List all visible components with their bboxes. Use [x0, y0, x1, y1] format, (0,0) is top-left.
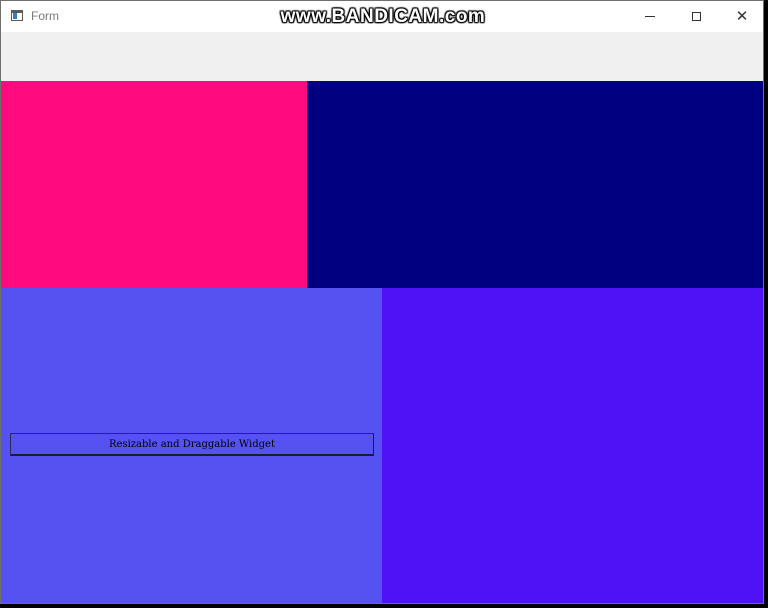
top-right-panel[interactable]: [307, 81, 763, 288]
top-left-panel[interactable]: [1, 81, 307, 288]
minimize-icon: [645, 16, 655, 17]
close-icon: ✕: [735, 7, 749, 25]
bottom-left-panel[interactable]: Resizable and Draggable Widget: [1, 288, 382, 603]
empty-toolbar-area: [1, 32, 763, 81]
form-window: Form www.BANDICAM.com ✕ Resizable and Dr…: [0, 0, 764, 604]
minimize-button[interactable]: [627, 1, 673, 32]
maximize-button[interactable]: [673, 1, 719, 32]
resizable-draggable-widget[interactable]: Resizable and Draggable Widget: [10, 433, 374, 456]
title-bar[interactable]: Form www.BANDICAM.com ✕: [1, 1, 763, 32]
close-button[interactable]: ✕: [719, 1, 763, 32]
bottom-right-panel[interactable]: [382, 288, 763, 603]
maximize-icon: [691, 12, 701, 21]
